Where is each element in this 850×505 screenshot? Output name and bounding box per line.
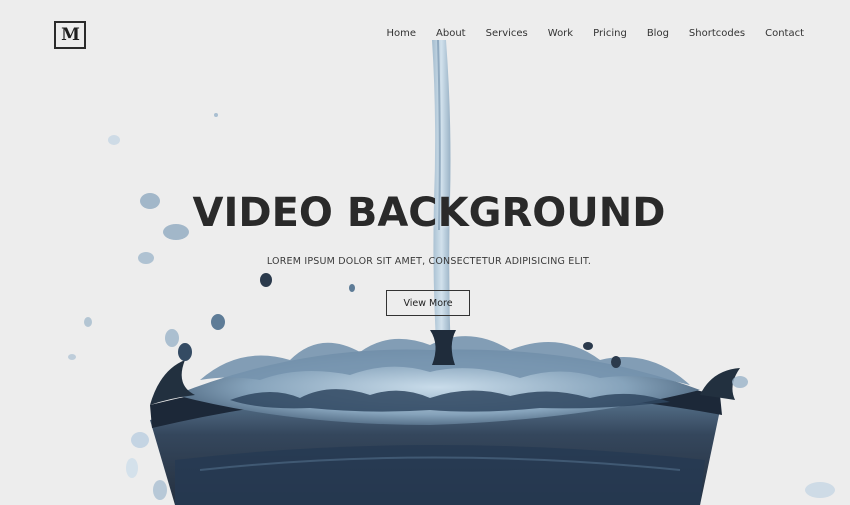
nav-item-work[interactable]: Work — [528, 27, 573, 41]
nav-item-about[interactable]: About — [416, 27, 466, 41]
hero-subtitle: LOREM IPSUM DOLOR SIT AMET, CONSECTETUR … — [266, 256, 592, 267]
hero-title: VIDEO BACKGROUND — [192, 190, 666, 236]
brand-logo[interactable]: M — [54, 21, 86, 49]
logo-letter: M — [61, 24, 80, 45]
nav-item-blog[interactable]: Blog — [627, 27, 669, 41]
hero-section: M Home About Services Work Pricing Blog … — [0, 0, 850, 505]
nav-item-pricing[interactable]: Pricing — [573, 27, 627, 41]
nav-item-home[interactable]: Home — [366, 27, 416, 41]
nav-item-shortcodes[interactable]: Shortcodes — [669, 27, 745, 41]
water-splash-background — [68, 39, 835, 505]
nav-item-services[interactable]: Services — [466, 27, 528, 41]
main-nav: Home About Services Work Pricing Blog Sh… — [366, 27, 804, 41]
view-more-button[interactable]: View More — [386, 290, 470, 316]
nav-item-contact[interactable]: Contact — [745, 27, 804, 41]
